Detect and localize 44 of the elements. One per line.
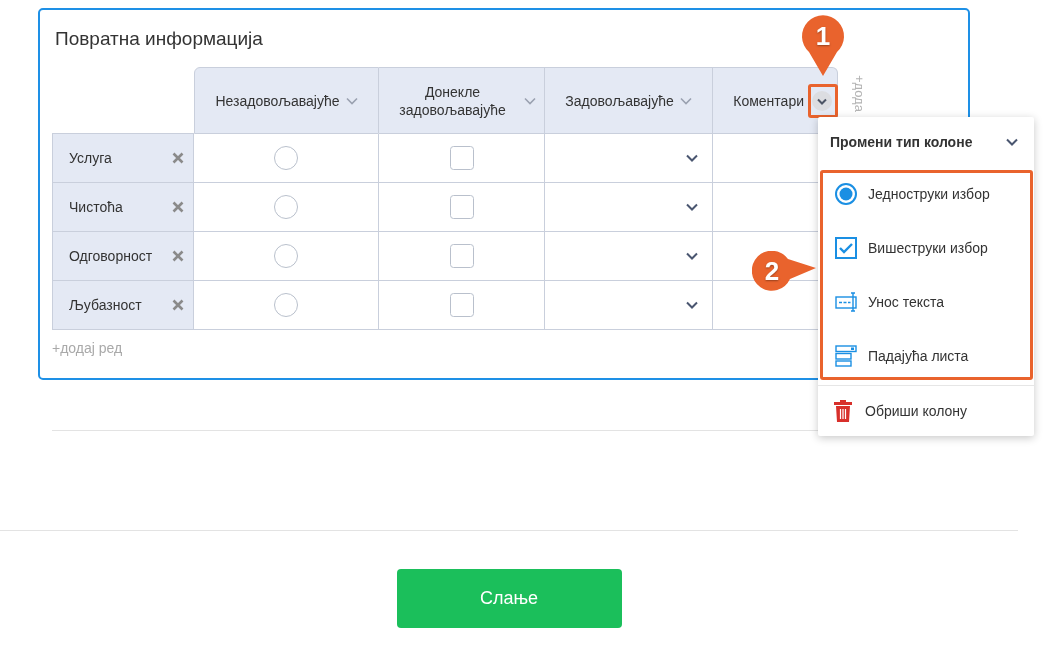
row-label: Чистоћа — [69, 199, 123, 215]
dropdown-field[interactable] — [545, 232, 713, 281]
radio-button[interactable] — [274, 195, 298, 219]
checkbox[interactable] — [449, 195, 474, 219]
row-label: Љубазност — [69, 297, 142, 313]
callout-pin: 2 — [752, 251, 816, 291]
submenu-toggle[interactable]: Промени тип колоне — [818, 117, 1034, 167]
chevron-down-icon — [686, 252, 698, 260]
radio-selected-icon — [835, 183, 857, 205]
menu-item[interactable]: Унос текста — [823, 281, 1030, 323]
row-label: Услуга — [69, 150, 112, 166]
checkbox[interactable] — [449, 146, 474, 170]
menu-item[interactable]: Падајућа листа — [823, 335, 1030, 377]
checkbox-checked-icon — [835, 237, 857, 259]
dropdown-field[interactable] — [545, 281, 713, 330]
chevron-down-icon — [1006, 138, 1018, 146]
chevron-down-icon — [686, 203, 698, 211]
column-header: Донекле задовољавајуће — [398, 82, 507, 119]
close-icon[interactable] — [172, 201, 184, 213]
dropdown-list-icon — [835, 345, 857, 367]
dropdown-field[interactable] — [545, 183, 713, 232]
close-icon[interactable] — [172, 250, 184, 262]
chevron-down-icon — [686, 154, 698, 162]
close-icon[interactable] — [172, 299, 184, 311]
column-header: Задовољавајуће — [565, 91, 674, 110]
column-header: Коментари — [733, 91, 804, 110]
menu-item[interactable]: Једноструки избор — [823, 173, 1030, 215]
menu-item[interactable]: Обриши колону — [818, 386, 968, 436]
section-title: Повратна информација — [55, 27, 263, 51]
close-icon[interactable] — [172, 152, 184, 164]
callout-pin: 1 — [801, 14, 845, 76]
radio-button[interactable] — [274, 244, 298, 268]
row-label: Одговорност — [69, 248, 153, 264]
checkbox[interactable] — [449, 293, 474, 317]
column-header: Незадовољавајуће — [215, 91, 340, 110]
checkbox[interactable] — [449, 244, 474, 268]
radio-button[interactable] — [274, 293, 298, 317]
dropdown-field[interactable] — [545, 134, 713, 183]
chevron-down-icon[interactable] — [812, 90, 832, 111]
text-input-icon — [835, 291, 857, 313]
menu-item[interactable]: Вишеструки избор — [823, 227, 1030, 269]
trash-icon — [834, 400, 852, 422]
radio-button[interactable] — [274, 146, 298, 170]
chevron-down-icon — [686, 301, 698, 309]
